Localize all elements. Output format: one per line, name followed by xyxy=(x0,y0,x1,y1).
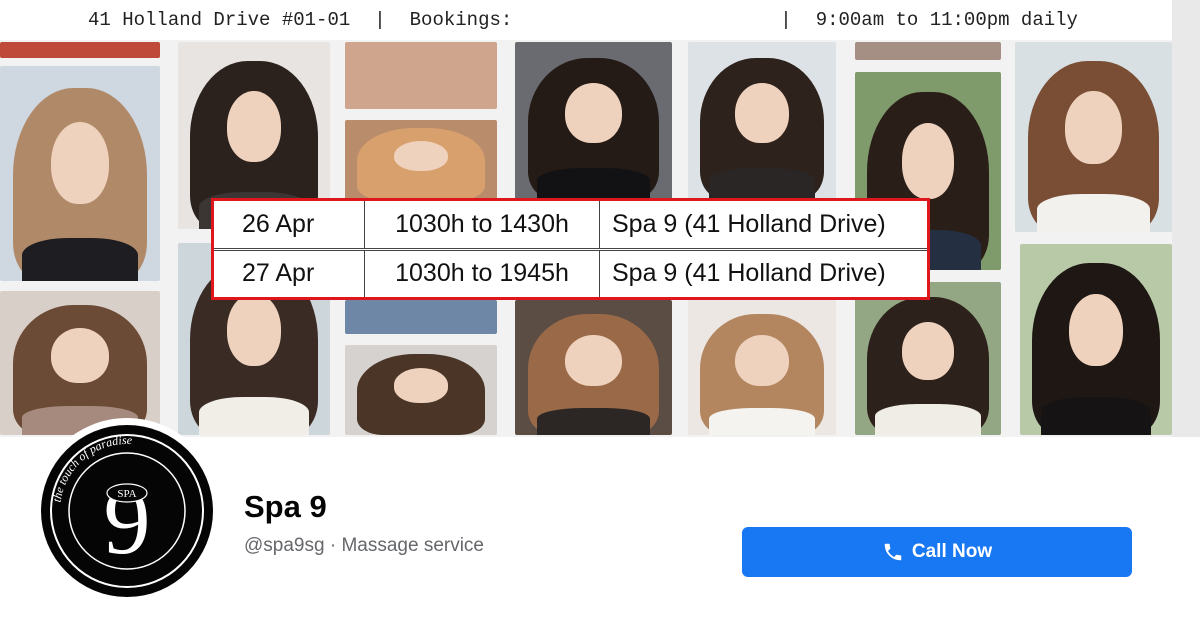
spa9-logo: the touch of paradise 9 SPA xyxy=(41,425,213,597)
staff-photo xyxy=(855,42,1001,60)
staff-photo xyxy=(688,300,836,435)
info-strip: 41 Holland Drive #01-01 | Bookings: | 9:… xyxy=(0,0,1172,40)
logo-badge: SPA xyxy=(117,488,136,500)
schedule-date: 27 Apr xyxy=(214,248,365,297)
schedule-date: 26 Apr xyxy=(214,201,365,251)
staff-photo xyxy=(345,42,497,109)
table-row: 27 Apr 1030h to 1945h Spa 9 (41 Holland … xyxy=(214,248,927,297)
schedule-time: 1030h to 1430h xyxy=(364,201,600,251)
schedule-table: 26 Apr 1030h to 1430h Spa 9 (41 Holland … xyxy=(211,198,930,300)
call-now-label: Call Now xyxy=(911,541,993,562)
cover-edge xyxy=(1172,0,1200,437)
cover-photo[interactable]: 41 Holland Drive #01-01 | Bookings: | 9:… xyxy=(0,0,1200,437)
staff-photo xyxy=(515,42,672,200)
page-subtitle: @spa9sg · Massage service xyxy=(244,535,484,556)
staff-photo xyxy=(0,291,160,435)
call-now-button[interactable]: Call Now xyxy=(742,527,1132,577)
staff-photo xyxy=(688,42,836,200)
separator: | xyxy=(374,9,386,31)
table-row: 26 Apr 1030h to 1430h Spa 9 (41 Holland … xyxy=(214,201,927,251)
staff-photo xyxy=(515,300,672,435)
bookings-label: Bookings: xyxy=(409,9,513,31)
phone-icon xyxy=(884,543,902,561)
hours-text: 9:00am to 11:00pm daily xyxy=(815,9,1078,31)
address-text: 41 Holland Drive #01-01 xyxy=(88,9,351,31)
profile-picture[interactable]: the touch of paradise 9 SPA xyxy=(34,418,220,604)
staff-photo xyxy=(0,42,160,58)
schedule-time: 1030h to 1945h xyxy=(364,248,600,297)
schedule-location: Spa 9 (41 Holland Drive) xyxy=(599,248,927,297)
separator: | xyxy=(780,9,792,31)
staff-photo xyxy=(345,345,497,435)
staff-photo xyxy=(0,66,160,281)
schedule-location: Spa 9 (41 Holland Drive) xyxy=(599,201,927,251)
staff-photo xyxy=(345,120,497,200)
staff-photo xyxy=(855,282,1001,435)
staff-photo xyxy=(1015,42,1172,232)
staff-photo xyxy=(1020,244,1172,435)
page-title[interactable]: Spa 9 xyxy=(244,489,327,525)
staff-photo xyxy=(345,300,497,334)
